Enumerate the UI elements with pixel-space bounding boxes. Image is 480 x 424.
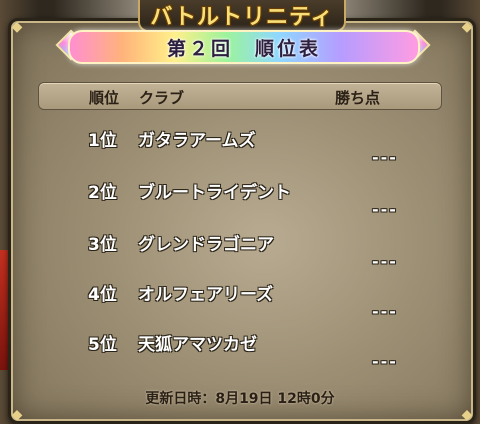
standings-banner: 第２回 順位表 xyxy=(68,30,420,64)
row-club: 天狐アマツカゼ xyxy=(138,335,257,355)
row-points: --- xyxy=(372,352,398,371)
update-timestamp: 更新日時：8月19日 12時0分 xyxy=(0,388,480,408)
table-row: 3位 グレンドラゴニア --- xyxy=(0,230,480,282)
table-row: 5位 天狐アマツカゼ --- xyxy=(0,330,480,382)
corner-ornament-icon: ◆ xyxy=(11,407,23,423)
row-rank: 3位 xyxy=(88,235,117,255)
row-club: グレンドラゴニア xyxy=(138,235,274,255)
row-rank: 2位 xyxy=(88,183,117,203)
row-points: --- xyxy=(372,200,398,219)
row-points: --- xyxy=(372,252,398,271)
row-rank: 5位 xyxy=(88,335,117,355)
corner-ornament-icon: ◆ xyxy=(461,19,473,35)
table-header: 順位 クラブ 勝ち点 xyxy=(38,82,442,110)
table-row: 4位 オルフェアリーズ --- xyxy=(0,280,480,332)
row-club: ブルートライデント xyxy=(138,183,291,203)
header-club: クラブ xyxy=(139,89,185,107)
header-rank: 順位 xyxy=(89,89,120,107)
row-rank: 1位 xyxy=(88,131,117,151)
row-club: ガタラアームズ xyxy=(138,131,256,151)
title-tab: バトルトリニティ xyxy=(138,0,346,32)
row-points: --- xyxy=(372,148,398,167)
header-points: 勝ち点 xyxy=(335,89,381,107)
row-rank: 4位 xyxy=(88,285,117,305)
update-timestamp-text: 更新日時：8月19日 12時0分 xyxy=(145,391,335,407)
table-row: 2位 ブルートライデント --- xyxy=(0,178,480,230)
corner-ornament-icon: ◆ xyxy=(11,19,23,35)
banner-title: 第２回 順位表 xyxy=(166,37,321,60)
row-club: オルフェアリーズ xyxy=(138,285,274,305)
corner-ornament-icon: ◆ xyxy=(461,407,473,423)
window-title: バトルトリニティ xyxy=(150,5,334,30)
table-row: 1位 ガタラアームズ --- xyxy=(0,126,480,178)
row-points: --- xyxy=(372,302,398,321)
